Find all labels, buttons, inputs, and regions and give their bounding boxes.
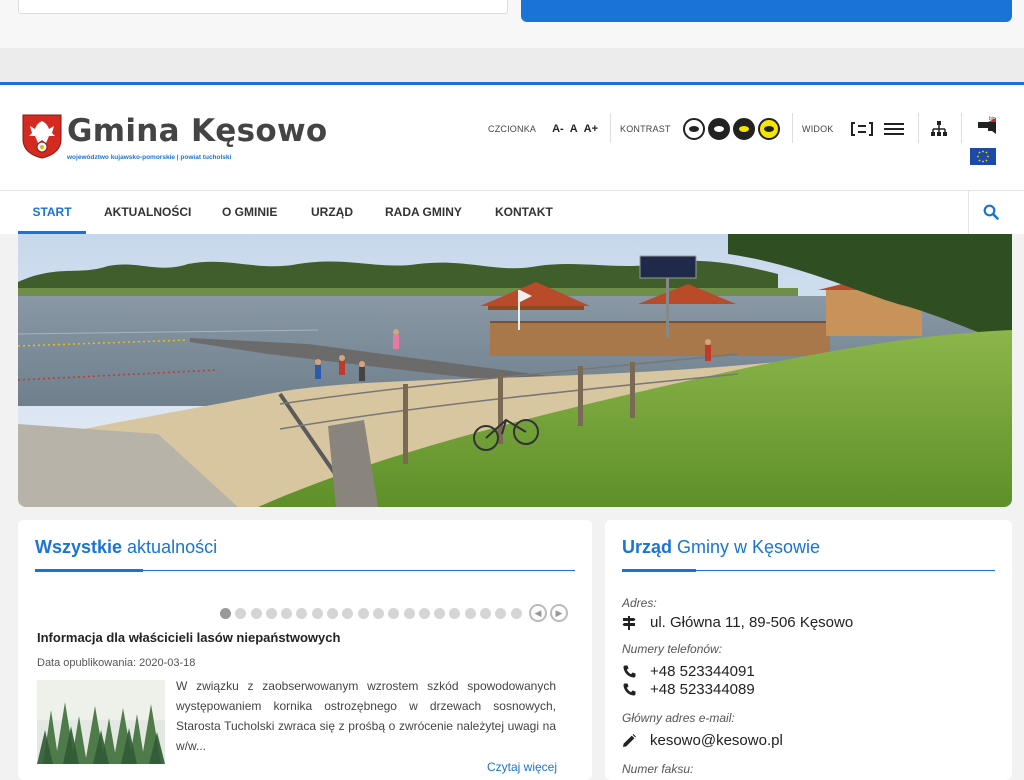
phones-label: Numery telefonów: [622,642,723,656]
phone-2[interactable]: +48 523344089 [650,681,755,698]
bip-label: bip [989,116,996,122]
phone-row-2: +48 523344089 [622,681,755,698]
email-label: Główny adres e-mail: [622,711,735,725]
signpost-icon [622,615,636,630]
news-item-thumbnail[interactable] [37,680,165,764]
carousel-dot[interactable] [327,607,339,619]
address-label: Adres: [622,596,657,610]
phone-icon [622,683,636,697]
forest-photo [37,680,165,764]
top-strip [0,0,1024,48]
contrast-black-yellow-button[interactable] [732,118,755,140]
contrast-default-button[interactable] [682,118,705,140]
nav-item-kontakt[interactable]: KONTAKT [495,191,553,234]
carousel-dot[interactable] [265,607,277,619]
coat-of-arms-icon[interactable] [21,113,63,159]
main-nav: START AKTUALNOŚCI O GMINIE URZĄD RADA GM… [0,190,1024,234]
news-panel: Wszystkie aktualności ◀ ▶ Informacja dla … [18,520,592,780]
news-item-excerpt: W związku z zaobserwowanym wzrostem szkó… [176,679,556,753]
carousel-dot[interactable] [418,607,430,619]
top-search-field[interactable] [18,0,508,14]
email-value[interactable]: kesowo@kesowo.pl [650,732,783,749]
nav-item-aktualnosci[interactable]: AKTUALNOŚCI [104,191,191,234]
site-subtitle: województwo kujawsko-pomorskie | powiat … [67,154,232,161]
phone-row-1: +48 523344091 [622,663,755,680]
carousel-dot[interactable] [403,607,415,619]
address-value: ul. Główna 11, 89-506 Kęsowo [650,614,854,631]
font-size-tools: CZCIONKA A- A A+ [488,115,598,143]
sitemap-icon[interactable] [930,120,948,138]
menu-icon[interactable] [883,121,905,137]
font-smaller-button[interactable]: A- [552,123,564,135]
view-tools: WIDOK [802,115,905,143]
office-title-strong: Urząd [622,537,673,557]
address-row: ul. Główna 11, 89-506 Kęsowo [622,614,853,631]
lake-beach-photo [18,234,1012,507]
office-rule-accent [622,569,696,572]
font-larger-button[interactable]: A+ [584,123,598,135]
carousel-dot[interactable] [495,607,507,619]
carousel-dot[interactable] [434,607,446,619]
news-rule-accent [35,569,143,572]
carousel-dot[interactable] [449,607,461,619]
email-row: kesowo@kesowo.pl [622,732,783,749]
office-panel: Urząd Gminy w Kęsowie Adres: ul. Główna … [605,520,1012,780]
phone-icon [622,665,636,679]
top-action-button[interactable] [521,0,1012,22]
nav-item-urzad[interactable]: URZĄD [311,191,353,234]
toolbar-divider [918,113,919,143]
contrast-yellow-black-button[interactable] [757,118,780,140]
site-title[interactable]: Gmina Kęsowo [67,113,328,149]
carousel-dot[interactable] [372,607,384,619]
contrast-dark-button[interactable] [707,118,730,140]
font-normal-button[interactable]: A [570,123,578,135]
news-item-date: Data opublikowania: 2020-03-18 [37,657,196,669]
nav-item-start[interactable]: START [18,191,86,234]
carousel-dot[interactable] [388,607,400,619]
carousel-dot[interactable] [510,607,522,619]
pencil-icon [622,733,636,748]
contrast-label: KONTRAST [620,124,671,134]
nav-item-o-gminie[interactable]: O GMINIE [222,191,277,234]
carousel-dot[interactable] [464,607,476,619]
font-size-label: CZCIONKA [488,124,537,134]
office-title-rest: Gminy w Kęsowie [672,537,821,557]
carousel-dot[interactable] [480,607,492,619]
nav-item-rada-gminy[interactable]: RADA GMINY [385,191,462,234]
carousel-dot[interactable] [281,607,293,619]
search-button[interactable] [968,191,1024,234]
carousel-dot[interactable] [357,607,369,619]
carousel-prev-icon[interactable]: ◀ [528,604,547,622]
news-item-title[interactable]: Informacja dla właścicieli lasów niepańs… [37,630,340,645]
carousel-next-icon[interactable]: ▶ [549,604,568,622]
page-gap [0,48,1024,82]
view-label: WIDOK [802,124,834,134]
news-panel-title[interactable]: Wszystkie aktualności [35,537,217,558]
toolbar-divider [792,113,793,143]
eu-flag-icon[interactable] [970,148,996,165]
carousel-dot[interactable] [220,607,231,619]
fax-label: Numer faksu: [622,762,694,776]
carousel-dot[interactable] [250,607,262,619]
office-panel-title[interactable]: Urząd Gminy w Kęsowie [622,537,820,558]
carousel-dot[interactable] [311,607,323,619]
toolbar-divider [961,113,962,143]
news-title-rest: aktualności [122,537,218,557]
read-more-link[interactable]: Czytaj więcej [487,760,557,774]
hero-banner[interactable] [18,234,1012,507]
carousel-dot[interactable] [296,607,308,619]
news-title-strong: Wszystkie [35,537,123,557]
wide-view-icon[interactable] [850,121,873,137]
contrast-tools: KONTRAST [620,115,780,143]
carousel-dot[interactable] [342,607,354,619]
carousel-dot[interactable] [235,607,247,619]
toolbar-divider [610,113,611,143]
news-carousel-dots: ◀ ▶ [220,604,568,622]
search-icon [983,204,999,220]
phone-1[interactable]: +48 523344091 [650,663,755,680]
